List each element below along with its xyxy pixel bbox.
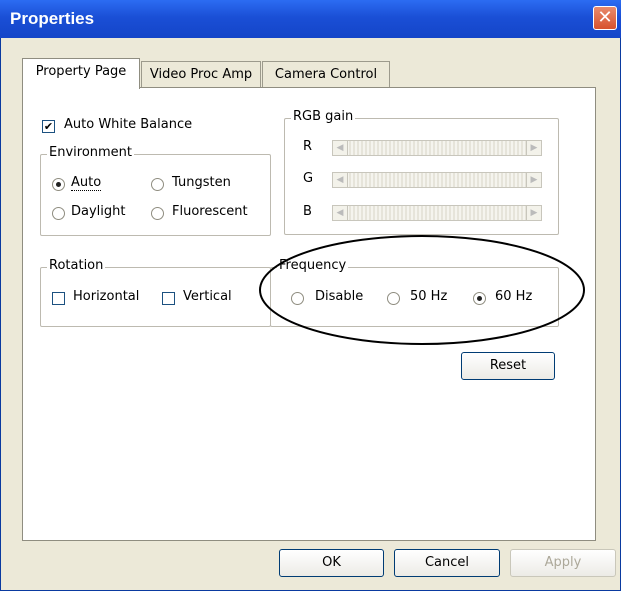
environment-label: Environment — [47, 145, 135, 160]
tab-video-proc-amp[interactable]: Video Proc Amp — [141, 61, 261, 87]
environment-auto-radio[interactable] — [52, 178, 65, 191]
tab-camera-control[interactable]: Camera Control — [262, 61, 390, 87]
auto-white-balance-checkbox[interactable]: ✔ — [42, 120, 55, 133]
highlight-ellipse — [259, 235, 585, 345]
rgb-r-label: R — [303, 139, 313, 154]
scroll-right-icon[interactable]: ▶ — [526, 172, 542, 188]
vertical-label[interactable]: Vertical — [183, 289, 232, 304]
scroll-left-icon[interactable]: ◀ — [332, 205, 348, 221]
environment-fluorescent-radio[interactable] — [151, 207, 164, 220]
environment-tungsten-radio[interactable] — [151, 178, 164, 191]
title-bar[interactable]: Properties ✕ — [0, 0, 621, 38]
scroll-left-icon[interactable]: ◀ — [332, 140, 348, 156]
rotation-group: Rotation Horizontal Vertical — [40, 258, 271, 327]
horizontal-label[interactable]: Horizontal — [73, 289, 139, 304]
environment-tungsten-label[interactable]: Tungsten — [172, 175, 231, 190]
horizontal-checkbox[interactable] — [52, 292, 65, 305]
environment-daylight-radio[interactable] — [52, 207, 65, 220]
cancel-button[interactable]: Cancel — [394, 549, 500, 577]
rgb-gain-group: RGB gain R ◀ ▶ G ◀ ▶ B ◀ ▶ — [284, 109, 559, 235]
rgb-gain-label: RGB gain — [291, 109, 356, 124]
ok-button[interactable]: OK — [279, 549, 384, 577]
environment-fluorescent-label[interactable]: Fluorescent — [172, 204, 248, 219]
scroll-right-icon[interactable]: ▶ — [526, 205, 542, 221]
rgb-g-label: G — [303, 171, 314, 186]
rgb-b-slider[interactable]: ◀ ▶ — [332, 205, 542, 221]
vertical-checkbox[interactable] — [162, 292, 175, 305]
environment-daylight-label[interactable]: Daylight — [71, 204, 125, 219]
auto-white-balance-label: Auto White Balance — [64, 117, 193, 132]
tab-property-page[interactable]: Property Page — [22, 58, 140, 89]
reset-button[interactable]: Reset — [461, 352, 555, 380]
scroll-right-icon[interactable]: ▶ — [526, 140, 542, 156]
rgb-b-label: B — [303, 204, 312, 219]
window-title: Properties — [10, 9, 95, 28]
scroll-left-icon[interactable]: ◀ — [332, 172, 348, 188]
close-icon: ✕ — [597, 7, 613, 28]
environment-group: Environment Auto Tungsten Daylight Fluor… — [40, 145, 271, 236]
apply-button[interactable]: Apply — [510, 549, 616, 577]
properties-window: Properties ✕ Property Page Video Proc Am… — [0, 0, 621, 591]
rotation-label: Rotation — [47, 258, 106, 273]
rgb-r-slider[interactable]: ◀ ▶ — [332, 140, 542, 156]
environment-auto-label[interactable]: Auto — [71, 175, 102, 191]
rgb-g-slider[interactable]: ◀ ▶ — [332, 172, 542, 188]
close-button[interactable]: ✕ — [593, 6, 617, 30]
